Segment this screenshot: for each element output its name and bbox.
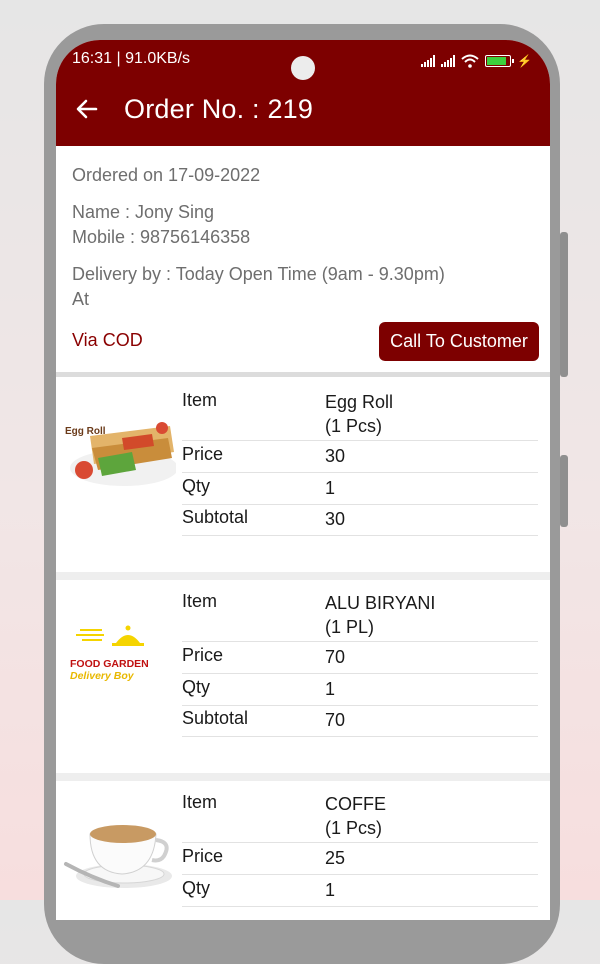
section-divider bbox=[56, 372, 550, 377]
food-garden-logo: FOOD GARDEN Delivery Boy bbox=[70, 621, 170, 689]
item-row: Item ALU BIRYANI (1 PL) bbox=[182, 591, 538, 642]
order-item-card: Egg Roll Item Egg Roll (1 Pcs) Price 30 Q… bbox=[56, 380, 550, 572]
status-icons: ⚡ bbox=[421, 52, 532, 70]
subtotal-label: Subtotal bbox=[182, 507, 249, 527]
delivery-at: At bbox=[72, 289, 90, 309]
svg-text:FOOD GARDEN: FOOD GARDEN bbox=[70, 658, 149, 670]
qty-label: Qty bbox=[182, 476, 211, 496]
signal-icon bbox=[441, 55, 456, 67]
price-label: Price bbox=[182, 444, 224, 464]
order-item-card: Item COFFE (1 Pcs) Price 25 Qty 1 bbox=[56, 782, 550, 920]
price-label: Price bbox=[182, 645, 224, 665]
qty-label: Qty bbox=[182, 677, 211, 697]
back-arrow-icon[interactable] bbox=[72, 94, 102, 124]
svg-text:Egg Roll: Egg Roll bbox=[65, 426, 106, 437]
phone-side-button bbox=[560, 232, 568, 377]
svg-text:Delivery Boy: Delivery Boy bbox=[70, 670, 135, 682]
price-value: 30 bbox=[325, 446, 346, 466]
status-time-speed: 16:31 | 91.0KB/s bbox=[72, 50, 191, 67]
ordered-on-text: Ordered on 17-09-2022 bbox=[72, 165, 261, 185]
subtotal-value: 30 bbox=[325, 509, 346, 529]
price-row: Price 70 bbox=[182, 645, 538, 674]
charging-icon: ⚡ bbox=[517, 54, 532, 68]
egg-roll-image: Egg Roll bbox=[62, 418, 176, 490]
customer-mobile: Mobile : 98756146358 bbox=[72, 227, 251, 247]
call-to-customer-button[interactable]: Call To Customer bbox=[379, 322, 539, 361]
qty-row: Qty 1 bbox=[182, 677, 538, 706]
item-label: Item bbox=[182, 390, 218, 410]
signal-icon bbox=[421, 55, 436, 67]
qty-label: Qty bbox=[182, 878, 211, 898]
price-row: Price 30 bbox=[182, 444, 538, 473]
qty-row: Qty 1 bbox=[182, 878, 538, 907]
price-value: 25 bbox=[325, 848, 346, 868]
qty-value: 1 bbox=[325, 679, 336, 699]
price-row: Price 25 bbox=[182, 846, 538, 875]
item-label: Item bbox=[182, 792, 218, 812]
card-gap bbox=[56, 773, 550, 781]
qty-value: 1 bbox=[325, 478, 336, 498]
qty-value: 1 bbox=[325, 880, 336, 900]
phone-screen: 16:31 | 91.0KB/s ⚡ Order No. : 219 Order… bbox=[56, 40, 550, 920]
item-name: ALU BIRYANI (1 PL) bbox=[325, 593, 436, 637]
subtotal-row: Subtotal 70 bbox=[182, 708, 538, 737]
front-camera bbox=[291, 56, 315, 80]
page-title: Order No. : 219 bbox=[124, 94, 314, 124]
price-label: Price bbox=[182, 846, 224, 866]
order-item-card: FOOD GARDEN Delivery Boy Item ALU BIRYAN… bbox=[56, 581, 550, 773]
qty-row: Qty 1 bbox=[182, 476, 538, 505]
item-label: Item bbox=[182, 591, 218, 611]
app-bar: 16:31 | 91.0KB/s ⚡ Order No. : 219 bbox=[56, 40, 550, 146]
item-row: Item Egg Roll (1 Pcs) bbox=[182, 390, 538, 441]
subtotal-value: 70 bbox=[325, 710, 346, 730]
item-name: COFFE (1 Pcs) bbox=[325, 794, 386, 838]
price-value: 70 bbox=[325, 647, 346, 667]
phone-side-button bbox=[560, 455, 568, 527]
payment-method: Via COD bbox=[72, 330, 143, 350]
battery-icon bbox=[485, 55, 515, 67]
item-row: Item COFFE (1 Pcs) bbox=[182, 792, 538, 843]
delivery-time: Delivery by : Today Open Time (9am - 9.3… bbox=[72, 264, 445, 284]
wifi-icon bbox=[461, 54, 479, 68]
card-gap bbox=[56, 572, 550, 580]
customer-name: Name : Jony Sing bbox=[72, 202, 215, 222]
subtotal-row: Subtotal 30 bbox=[182, 507, 538, 536]
subtotal-label: Subtotal bbox=[182, 708, 249, 728]
item-name: Egg Roll (1 Pcs) bbox=[325, 392, 394, 436]
coffee-cup-image bbox=[62, 812, 176, 898]
